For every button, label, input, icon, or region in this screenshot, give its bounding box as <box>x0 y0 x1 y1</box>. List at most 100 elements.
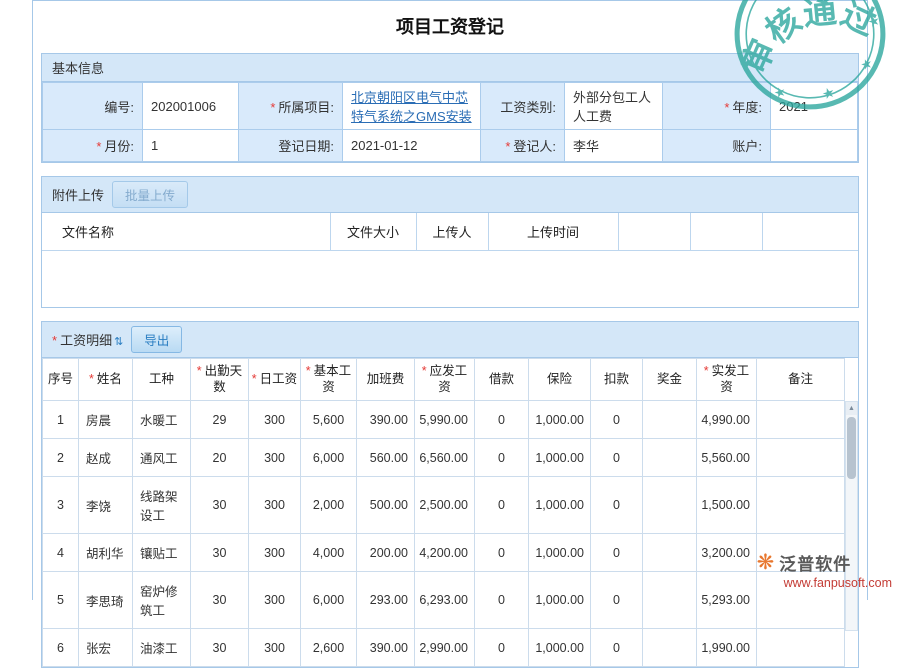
wage-cell: 2 <box>43 439 79 477</box>
wage-cell: 300 <box>249 534 301 572</box>
wage-cell <box>643 534 697 572</box>
field-label-number: 编号: <box>43 83 143 130</box>
page-title: 项目工资登记 <box>33 7 867 53</box>
wage-table-row[interactable]: 4胡利华镶贴工303004,000200.004,200.0001,000.00… <box>43 534 845 572</box>
attachment-column-empty <box>762 213 858 251</box>
wage-column-header: 借款 <box>475 359 529 401</box>
wage-cell: 6 <box>43 629 79 667</box>
wage-cell: 1,000.00 <box>529 572 591 629</box>
wage-table-body: 1房晨水暖工293005,600390.005,990.0001,000.000… <box>43 401 845 667</box>
wage-cell: 300 <box>249 629 301 667</box>
field-value-project: 北京朝阳区电气中芯特气系统之GMS安装 <box>343 83 481 130</box>
wage-details-section: *工资明细⇅ 导出 序号*姓名工种*出勤天数*日工资*基本工资加班费*应发工资借… <box>41 321 859 668</box>
attachments-title: 附件上传 <box>52 185 104 204</box>
wage-cell: 1,000.00 <box>529 534 591 572</box>
wage-cell <box>757 477 845 534</box>
wage-cell: 5,600 <box>301 401 357 439</box>
wage-cell: 500.00 <box>357 477 415 534</box>
field-label-year: *年度: <box>663 83 771 130</box>
wage-cell: 0 <box>475 439 529 477</box>
wage-cell: 5,560.00 <box>697 439 757 477</box>
wage-table-row[interactable]: 2赵成通风工203006,000560.006,560.0001,000.000… <box>43 439 845 477</box>
wage-cell: 0 <box>591 477 643 534</box>
wage-cell: 300 <box>249 439 301 477</box>
required-marker: * <box>270 100 275 115</box>
wage-table-row[interactable]: 1房晨水暖工293005,600390.005,990.0001,000.000… <box>43 401 845 439</box>
wage-cell: 房晨 <box>79 401 133 439</box>
required-marker: * <box>505 139 510 154</box>
wage-cell: 3 <box>43 477 79 534</box>
star-icon: ★ <box>866 12 882 30</box>
wage-cell <box>643 629 697 667</box>
wage-column-header: 奖金 <box>643 359 697 401</box>
required-marker: * <box>252 372 257 386</box>
wage-cell: 0 <box>591 629 643 667</box>
wage-cell: 线路架设工 <box>133 477 191 534</box>
field-label-wage-type: 工资类别: <box>481 83 565 130</box>
wage-cell: 镶贴工 <box>133 534 191 572</box>
project-link[interactable]: 北京朝阳区电气中芯特气系统之GMS安装 <box>351 90 472 124</box>
wage-cell: 0 <box>591 534 643 572</box>
scrollbar-thumb[interactable] <box>847 417 856 479</box>
wage-cell: 4,200.00 <box>415 534 475 572</box>
wage-cell: 李饶 <box>79 477 133 534</box>
wage-cell: 300 <box>249 572 301 629</box>
wage-cell: 窑炉修筑工 <box>133 572 191 629</box>
field-label-month: *月份: <box>43 130 143 162</box>
field-value-account <box>771 130 858 162</box>
wage-cell: 5,990.00 <box>415 401 475 439</box>
attachments-section: 附件上传 批量上传 文件名称文件大小上传人上传时间 <box>41 176 859 308</box>
field-label-reg-date: 登记日期: <box>239 130 343 162</box>
wage-cell: 300 <box>249 401 301 439</box>
wage-cell: 6,560.00 <box>415 439 475 477</box>
attachment-column-empty <box>690 213 762 251</box>
wage-column-header: *出勤天数 <box>191 359 249 401</box>
vendor-url: www.fanpusoft.com <box>784 576 892 590</box>
wage-cell: 胡利华 <box>79 534 133 572</box>
wage-cell: 390.00 <box>357 401 415 439</box>
wage-cell: 0 <box>475 477 529 534</box>
basic-info-title: 基本信息 <box>52 58 104 77</box>
wage-cell: 6,000 <box>301 439 357 477</box>
wage-table-row[interactable]: 3李饶线路架设工303002,000500.002,500.0001,000.0… <box>43 477 845 534</box>
wage-table-row[interactable]: 5李思琦窑炉修筑工303006,000293.006,293.0001,000.… <box>43 572 845 629</box>
wage-column-header: *姓名 <box>79 359 133 401</box>
wage-cell: 300 <box>249 477 301 534</box>
wage-cell <box>643 572 697 629</box>
wage-cell: 30 <box>191 572 249 629</box>
wage-column-header: *基本工资 <box>301 359 357 401</box>
wage-cell: 1,000.00 <box>529 629 591 667</box>
vertical-scrollbar[interactable]: ▲ <box>845 401 858 631</box>
vendor-name: 泛普软件 <box>779 550 851 575</box>
wage-column-header: 加班费 <box>357 359 415 401</box>
wage-cell: 390.00 <box>357 629 415 667</box>
wage-cell: 293.00 <box>357 572 415 629</box>
sort-icon[interactable]: ⇅ <box>114 336 123 348</box>
scroll-up-icon[interactable]: ▲ <box>846 402 857 415</box>
field-value-year: 2021 <box>771 83 858 130</box>
wage-cell: 30 <box>191 534 249 572</box>
wage-cell: 2,600 <box>301 629 357 667</box>
main-panel: 项目工资登记 审核通过 ★ ★ ★ ★ ★ 基本信息 <box>32 0 868 600</box>
wage-cell <box>757 401 845 439</box>
export-button[interactable]: 导出 <box>131 326 182 353</box>
wage-cell: 0 <box>591 439 643 477</box>
field-label-registrant: *登记人: <box>481 130 565 162</box>
wage-column-header: 序号 <box>43 359 79 401</box>
wage-cell: 5 <box>43 572 79 629</box>
wage-table-row[interactable]: 6张宏油漆工303002,600390.002,990.0001,000.000… <box>43 629 845 667</box>
wage-cell <box>643 439 697 477</box>
wage-cell: 29 <box>191 401 249 439</box>
wage-column-header: 扣款 <box>591 359 643 401</box>
wage-column-header: *应发工资 <box>415 359 475 401</box>
batch-upload-button[interactable]: 批量上传 <box>112 181 188 208</box>
wage-cell: 3,200.00 <box>697 534 757 572</box>
wage-column-header: *实发工资 <box>697 359 757 401</box>
wage-column-header: 保险 <box>529 359 591 401</box>
wage-cell <box>757 439 845 477</box>
wage-cell: 6,293.00 <box>415 572 475 629</box>
wage-cell <box>643 401 697 439</box>
attachment-column-header: 上传时间 <box>488 213 618 251</box>
wage-cell: 李思琦 <box>79 572 133 629</box>
wage-cell: 4 <box>43 534 79 572</box>
